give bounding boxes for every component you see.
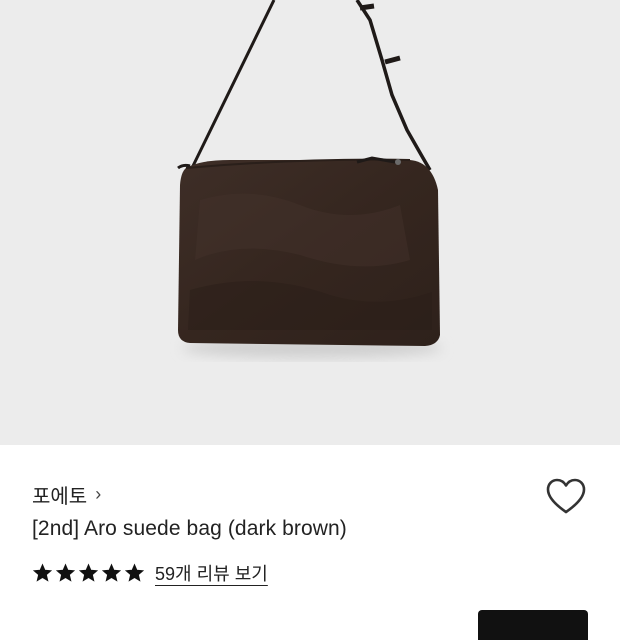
star-icon: [55, 563, 76, 582]
product-info: 포에토 › [2nd] Aro suede bag (dark brown) 5…: [0, 445, 620, 640]
brand-link[interactable]: 포에토 ›: [32, 480, 101, 509]
star-icon: [32, 563, 53, 582]
star-icon: [124, 563, 145, 582]
star-icon: [101, 563, 122, 582]
star-icon: [78, 563, 99, 582]
brand-name: 포에토: [32, 486, 88, 508]
star-rating: [32, 563, 145, 583]
chevron-right-icon: ›: [95, 484, 102, 504]
rating-row: 59개 리뷰 보기: [32, 560, 268, 586]
product-image[interactable]: [0, 0, 620, 445]
product-title: [2nd] Aro suede bag (dark brown): [32, 517, 347, 540]
wishlist-button[interactable]: [545, 477, 587, 517]
strap-right: [355, 0, 432, 171]
bag-photo: [177, 0, 442, 358]
heart-outline-icon: [546, 478, 586, 514]
strap-left: [190, 0, 276, 169]
purchase-button[interactable]: [478, 610, 588, 640]
reviews-link[interactable]: 59개 리뷰 보기: [155, 560, 268, 586]
